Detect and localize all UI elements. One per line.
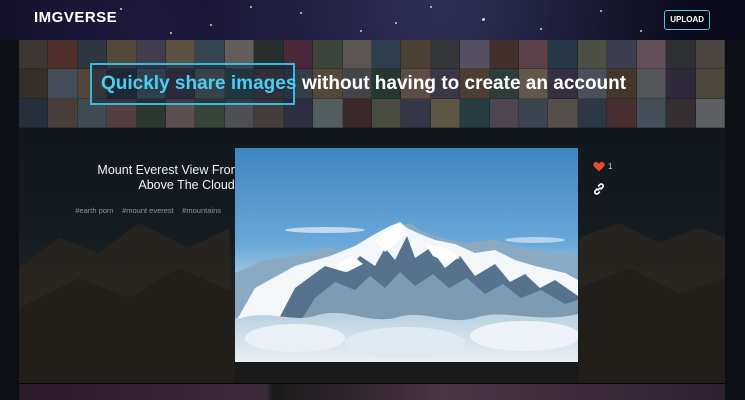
tagline-rest: without having to create an account	[302, 73, 627, 94]
mount-everest-photo	[235, 148, 578, 362]
post-title: Mount Everest View From Above The Clouds	[71, 163, 241, 193]
tag-earth-porn[interactable]: #earth porn	[75, 206, 113, 215]
share-link-button[interactable]	[593, 182, 605, 200]
site-logo[interactable]: IMGVERSE	[34, 9, 117, 26]
tagline-highlight: Quickly share images	[101, 73, 297, 94]
tag-mount-everest[interactable]: #mount everest	[122, 206, 174, 215]
post-tags: #earth porn #mount everest #mountains	[71, 200, 221, 218]
heart-icon	[593, 161, 605, 172]
post-title-line2: Above The Clouds	[138, 178, 241, 192]
upload-button[interactable]: UPLOAD	[664, 10, 710, 30]
left-rail	[0, 40, 19, 400]
like-button[interactable]: 1	[593, 161, 612, 172]
site-header: IMGVERSE UPLOAD	[0, 0, 745, 40]
post-title-line1: Mount Everest View From	[97, 163, 241, 177]
like-count: 1	[608, 162, 613, 171]
tag-mountains[interactable]: #mountains	[182, 206, 221, 215]
post-image[interactable]	[235, 148, 578, 362]
link-icon	[593, 183, 605, 195]
right-rail	[725, 40, 745, 400]
next-post-preview[interactable]	[19, 384, 725, 400]
